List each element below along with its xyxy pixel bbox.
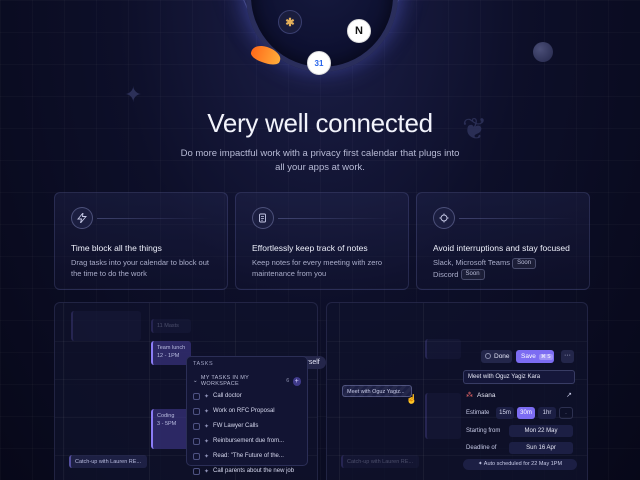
workspace-label: MY TASKS IN MY WORKSPACE — [200, 375, 250, 387]
hero-subtitle: Do more impactful work with a privacy fi… — [180, 148, 460, 173]
task-item[interactable]: ✦ FW Lawyer Calls — [193, 420, 301, 432]
feature-text: Keep notes for every meeting with zero m… — [252, 258, 383, 278]
sparkle-icon: ✦ — [204, 408, 210, 415]
task-item[interactable]: ✦ Call parents about the new job — [193, 465, 301, 477]
integration-list: Slack, Microsoft Teams — [433, 258, 510, 267]
feature-text: Slack, Microsoft Teams Soon Discord Soon — [433, 257, 577, 281]
feature-card-notes: Effortlessly keep track of notes Keep no… — [235, 192, 409, 290]
calendar-event-team-lunch[interactable]: Team lunch 12 - 1PM — [151, 341, 191, 365]
tasks-header: TASKS — [193, 361, 214, 367]
asana-icon: ⁂ — [466, 392, 473, 399]
auto-scheduled-badge: ✦ Auto scheduled for 22 May 1PM — [463, 459, 577, 470]
starting-from-value[interactable]: Mon 22 May — [509, 424, 573, 437]
calendar-event-coding[interactable]: Coding 3 - 5PM — [151, 409, 191, 449]
task-checkbox[interactable] — [193, 437, 200, 445]
integration-row[interactable]: ⁂ Asana ↗ — [463, 389, 575, 401]
check-circle-icon — [485, 353, 491, 359]
soon-badge: Soon — [512, 257, 537, 269]
starting-from-row: Starting from Mon 22 May — [463, 424, 577, 437]
feature-card-focus: Avoid interruptions and stay focused Sla… — [416, 192, 590, 290]
task-item[interactable]: ✦ Call doctor — [193, 390, 301, 402]
estimate-option-15m[interactable]: 15m — [496, 406, 514, 419]
starting-from-label: Starting from — [466, 427, 501, 434]
lightning-icon — [71, 207, 93, 229]
calendar-event[interactable]: 11 Masts — [151, 319, 191, 333]
star-icon: ✦ — [124, 82, 143, 107]
notes-icon — [252, 207, 274, 229]
estimate-row: Estimate 15m 30m 1hr · — [463, 406, 577, 419]
event-detail-panel: Done Save ⌘ S ··· Meet with Oguz Yagiz Ka… — [461, 346, 581, 476]
feature-title: Effortlessly keep track of notes — [252, 243, 368, 253]
event-title-field[interactable]: Meet with Oguz Yagiz Kara — [463, 370, 575, 384]
sparkle-icon: ✦ — [204, 453, 210, 460]
deadline-value[interactable]: Sun 16 Apr — [509, 441, 573, 454]
task-item[interactable]: ✦ Work on RFC Proposal — [193, 405, 301, 417]
cursor-icon: ☝ — [406, 394, 418, 404]
feature-title: Time block all the things — [71, 243, 162, 253]
more-options-button[interactable]: ··· — [561, 350, 574, 363]
feature-text: Drag tasks into your calendar to block o… — [71, 258, 209, 278]
calendar-event-catch-up[interactable]: Catch-up with Lauren RE... — [341, 455, 419, 468]
sparkle-icon: ✦ — [204, 468, 210, 475]
calendar-event[interactable] — [71, 311, 141, 341]
hero-title: Very well connected — [207, 108, 433, 138]
estimate-option-30m[interactable]: 30m — [517, 406, 535, 419]
deadline-label: Deadline of — [466, 444, 497, 451]
notion-icon: N — [347, 19, 371, 43]
integration-name: Asana — [477, 391, 496, 399]
task-item[interactable]: ✦ Read: "The Future of the... — [193, 450, 301, 462]
feature-title: Avoid interruptions and stay focused — [433, 243, 570, 253]
integration-list: Discord — [433, 269, 459, 279]
tasks-panel: TASKS ⌄ MY TASKS IN MY WORKSPACE 6 + ✦ Ca… — [186, 356, 308, 475]
task-checkbox[interactable] — [193, 422, 200, 430]
sparkle-icon: ✦ — [204, 393, 210, 400]
estimate-label: Estimate — [466, 409, 490, 416]
chevron-down-icon: ⌄ — [193, 378, 198, 384]
calendar-event[interactable] — [425, 393, 461, 439]
focus-icon — [433, 207, 455, 229]
save-button[interactable]: Save ⌘ S — [516, 350, 554, 363]
add-task-button[interactable]: + — [292, 376, 301, 386]
feature-card-time-block: Time block all the things Drag tasks int… — [54, 192, 228, 290]
dragged-event-chip[interactable]: Meet with Oguz Yagiz... — [342, 385, 412, 397]
soon-badge: Soon — [460, 269, 485, 281]
deadline-row: Deadline of Sun 16 Apr — [463, 441, 577, 454]
workspace-group[interactable]: ⌄ MY TASKS IN MY WORKSPACE 6 + — [193, 375, 301, 387]
external-link-icon[interactable]: ↗ — [566, 391, 572, 399]
estimate-option-1hr[interactable]: 1hr — [538, 406, 556, 419]
google-calendar-icon: 31 — [307, 51, 331, 75]
card-divider — [278, 218, 394, 219]
save-shortcut: ⌘ S — [538, 354, 553, 360]
calendar-event-catch-up[interactable]: Catch-up with Lauren RE... — [69, 455, 147, 468]
card-divider — [97, 218, 213, 219]
sparkle-icon: ✦ — [204, 423, 210, 430]
sparkle-icon: ✦ — [204, 438, 210, 445]
task-checkbox[interactable] — [193, 452, 200, 460]
calendar-event[interactable] — [425, 339, 461, 359]
workspace-count: 6 — [286, 378, 290, 384]
card-divider — [459, 218, 575, 219]
task-checkbox[interactable] — [193, 407, 200, 415]
moon-icon — [533, 42, 553, 62]
task-checkbox[interactable] — [193, 392, 200, 400]
task-item[interactable]: ✦ Reinbursement due from... — [193, 435, 301, 447]
slack-icon: ✱ — [278, 10, 302, 34]
task-checkbox[interactable] — [193, 467, 200, 475]
estimate-option-custom[interactable]: · — [559, 406, 573, 419]
done-button[interactable]: Done — [481, 350, 512, 363]
